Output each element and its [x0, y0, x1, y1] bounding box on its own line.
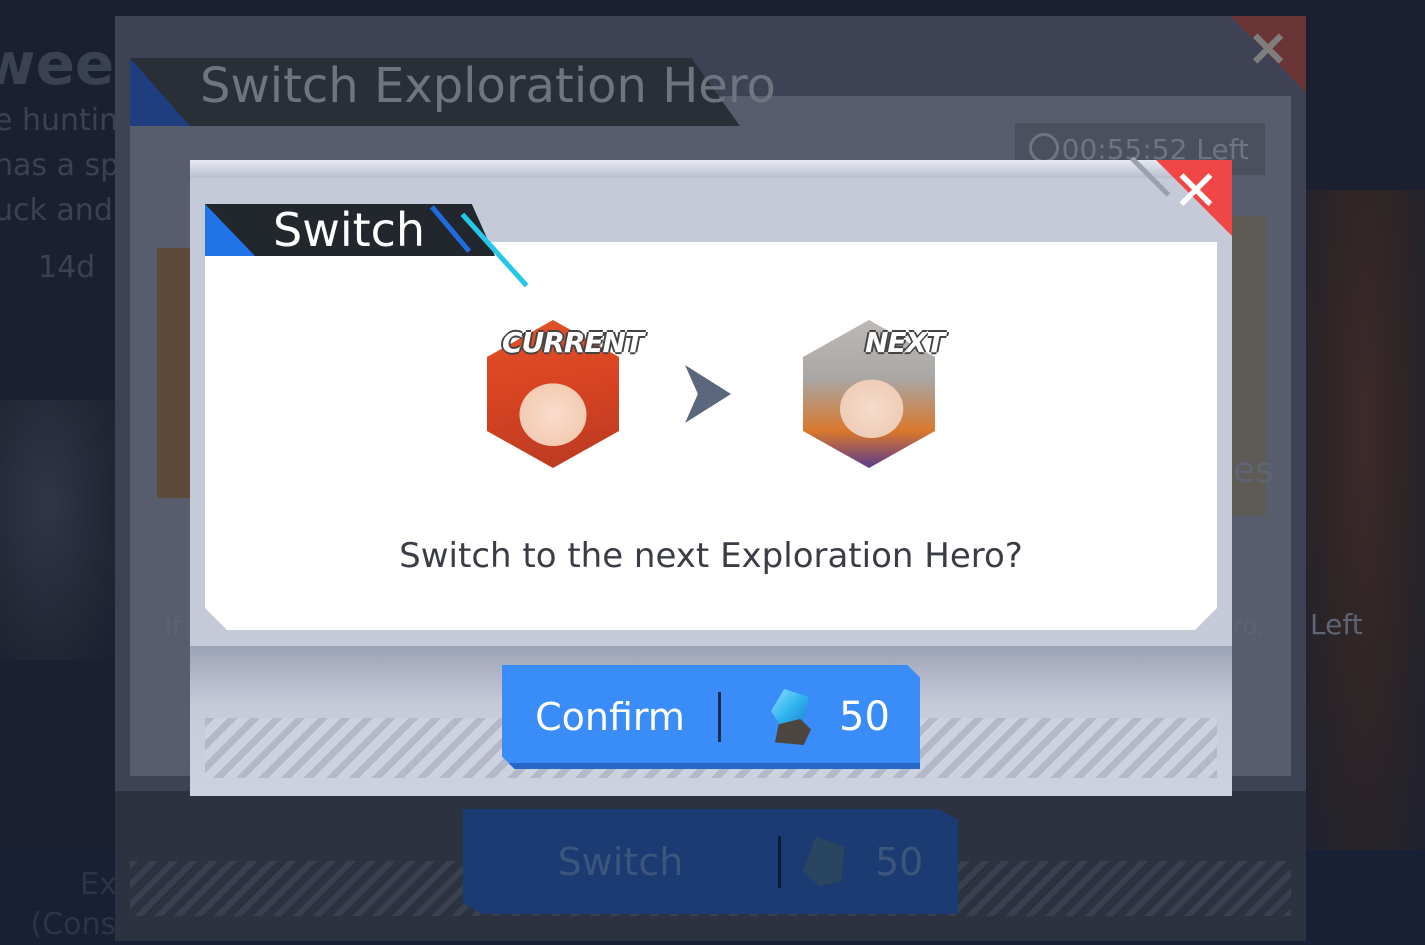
background-bottom-line: (Cons	[30, 907, 117, 942]
back-edge-text: es	[1233, 450, 1274, 491]
confirm-button[interactable]: Confirm 50	[502, 665, 920, 769]
confirm-cost: 50	[839, 694, 890, 740]
background-bottom-line: Ex	[80, 867, 117, 902]
background-portrait-left	[0, 400, 115, 660]
dialog-top-band	[190, 160, 1232, 178]
panel-corner-fold	[205, 608, 227, 630]
button-separator	[718, 692, 721, 742]
panel-corner-fold	[1195, 608, 1217, 630]
switch-prompt: Switch to the next Exploration Hero?	[399, 536, 1023, 576]
crystal-gem-icon	[765, 689, 813, 745]
stopwatch-icon	[1029, 133, 1059, 163]
back-switch-label: Switch	[557, 839, 684, 884]
back-hint-right: ro.	[1233, 612, 1265, 640]
current-tag: CURRENT	[502, 326, 644, 359]
background-line: uck and	[0, 193, 113, 228]
background-line: e huntin	[0, 103, 119, 138]
next-tag: NEXT	[865, 326, 945, 359]
back-switch-cost: 50	[875, 839, 924, 884]
dialog-title: Switch	[273, 203, 426, 257]
switch-dialog: Switch ✕ CURRENT NEXT Switch to the next…	[190, 156, 1232, 796]
back-hint-left: If	[165, 612, 181, 640]
close-icon[interactable]: ✕	[1168, 164, 1224, 220]
background-bottom-text: Ex (Cons	[31, 865, 117, 945]
back-left-label: Left	[1310, 608, 1363, 641]
back-close-icon: ✕	[1248, 24, 1289, 77]
crystal-gem-icon	[803, 836, 845, 887]
back-dialog-title: Switch Exploration Hero	[200, 58, 776, 114]
background-timer-days: 14d	[38, 250, 96, 285]
background-portrait-right	[1305, 190, 1425, 870]
confirm-label: Confirm	[535, 695, 685, 739]
back-switch-button[interactable]: Switch 50	[463, 809, 958, 914]
button-separator	[778, 835, 781, 888]
background-line: nas a sp	[0, 148, 120, 183]
background-text-block: wee e huntin nas a sp uck and 14d	[0, 30, 119, 290]
background-title-fragment: wee	[0, 30, 115, 98]
